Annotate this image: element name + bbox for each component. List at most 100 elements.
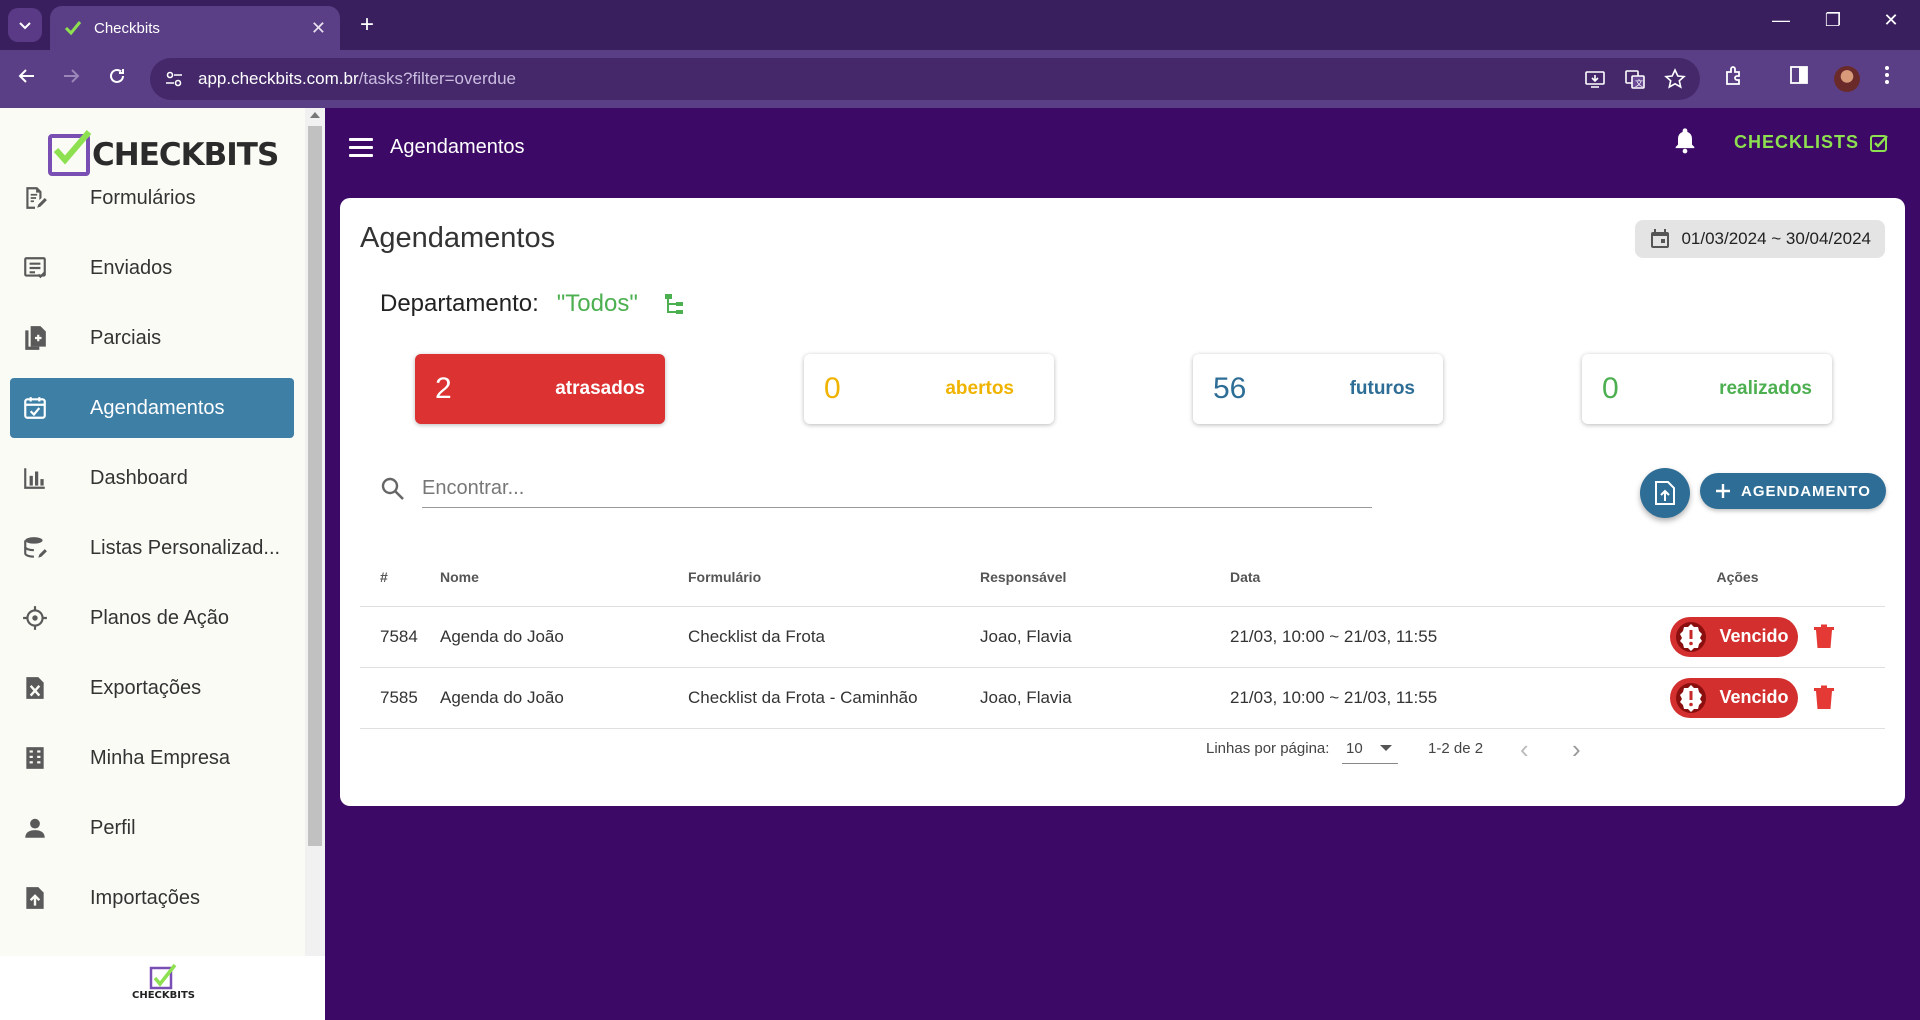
sidebar-item-label: Exportações — [90, 676, 202, 699]
checklists-button[interactable]: CHECKLISTS — [1734, 132, 1889, 153]
table-row[interactable]: 7585 Agenda do João Checklist da Frota -… — [360, 667, 1885, 729]
scroll-up-arrow-icon[interactable] — [310, 112, 320, 118]
department-label: Departamento: — [380, 290, 539, 317]
search-box — [380, 466, 1380, 512]
checkbox-checked-icon — [1870, 134, 1888, 152]
site-info-icon[interactable] — [164, 69, 184, 89]
tab-title: Checkbits — [94, 19, 160, 37]
stat-card-futuros[interactable]: 56 futuros — [1193, 354, 1443, 424]
browser-tab[interactable]: Checkbits ✕ — [50, 6, 340, 50]
sidebar-item-dashboard[interactable]: Dashboard — [10, 448, 294, 508]
install-app-icon[interactable] — [1584, 68, 1606, 90]
next-page-icon[interactable]: › — [1572, 734, 1581, 765]
sidebar-scroll-area: CHECKBITS Formulários Enviados Parciais … — [0, 108, 305, 956]
delete-trash-icon[interactable] — [1812, 624, 1836, 650]
stat-value: 0 — [824, 372, 841, 405]
previous-page-icon[interactable]: ‹ — [1520, 734, 1529, 765]
cell-id: 7585 — [360, 667, 440, 729]
add-schedule-button[interactable]: AGENDAMENTO — [1700, 473, 1886, 509]
cell-data: 21/03, 10:00 ~ 21/03, 11:55 — [1230, 606, 1590, 668]
tab-search-button[interactable] — [8, 8, 42, 42]
column-header-responsavel[interactable]: Responsável — [980, 548, 1230, 607]
search-input[interactable] — [422, 470, 1372, 508]
column-header-formulario[interactable]: Formulário — [688, 548, 980, 607]
stat-value: 56 — [1213, 372, 1247, 405]
profile-avatar[interactable] — [1834, 66, 1860, 92]
svg-text:文: 文 — [1635, 78, 1643, 88]
column-header-id[interactable]: # — [360, 548, 440, 607]
sidebar-item-label: Parciais — [90, 326, 162, 349]
cell-formulario: Checklist da Frota - Caminhão — [688, 667, 980, 729]
address-bar[interactable]: app.checkbits.com.br/tasks?filter=overdu… — [150, 58, 1700, 100]
status-badge-vencido[interactable]: Vencido — [1669, 616, 1798, 657]
sidebar-item-minha-empresa[interactable]: Minha Empresa — [10, 728, 294, 788]
minimize-icon[interactable]: — — [1766, 10, 1796, 31]
restore-icon[interactable]: ❐ — [1818, 10, 1848, 31]
date-range-picker[interactable]: 01/03/2024 ~ 30/04/2024 — [1635, 220, 1885, 258]
column-header-data[interactable]: Data — [1230, 548, 1590, 607]
alert-badge-icon — [1675, 621, 1706, 652]
extensions-icon[interactable] — [1722, 64, 1752, 94]
side-panel-icon[interactable] — [1788, 64, 1818, 94]
close-window-icon[interactable]: ✕ — [1876, 10, 1906, 31]
table-row[interactable]: 7584 Agenda do João Checklist da Frota J… — [360, 606, 1885, 668]
stat-card-atrasados[interactable]: 2 atrasados — [415, 354, 665, 424]
delete-trash-icon[interactable] — [1812, 685, 1836, 711]
scrollbar-thumb[interactable] — [308, 126, 322, 846]
sidebar-item-listas[interactable]: Listas Personalizad... — [10, 518, 294, 578]
sidebar-item-agendamentos[interactable]: Agendamentos — [10, 378, 294, 438]
cell-data: 21/03, 10:00 ~ 21/03, 11:55 — [1230, 667, 1590, 729]
close-tab-icon[interactable]: ✕ — [311, 18, 326, 39]
person-icon — [25, 818, 45, 838]
sidebar-footer: CHECKBITS — [0, 956, 325, 1020]
stat-card-abertos[interactable]: 0 abertos — [804, 354, 1054, 424]
sidebar-item-label: Planos de Ação — [90, 606, 229, 629]
reload-icon — [110, 68, 124, 83]
status-text: Vencido — [1719, 626, 1789, 646]
sidebar-scrollbar[interactable] — [305, 108, 325, 956]
footer-logo-text: CHECKBITS — [132, 990, 195, 1001]
new-tab-button[interactable]: + — [352, 10, 382, 40]
sidebar-item-enviados[interactable]: Enviados — [10, 238, 294, 298]
sidebar-item-formularios[interactable]: Formulários — [10, 168, 294, 228]
browser-menu-icon[interactable] — [1884, 64, 1914, 94]
stat-label: abertos — [945, 378, 1014, 399]
sidebar-item-label: Importações — [90, 886, 201, 909]
schedules-card: Agendamentos 01/03/2024 ~ 30/04/2024 Dep… — [340, 198, 1905, 806]
date-range-text: 01/03/2024 ~ 30/04/2024 — [1681, 229, 1871, 248]
sidebar-item-label: Listas Personalizad... — [90, 536, 281, 559]
stat-value: 0 — [1602, 372, 1619, 405]
sidebar-item-exportacoes[interactable]: Exportações — [10, 658, 294, 718]
department-value[interactable]: "Todos" — [557, 290, 638, 318]
column-header-nome[interactable]: Nome — [440, 548, 688, 607]
sidebar-item-parciais[interactable]: Parciais — [10, 308, 294, 368]
table-pagination: Linhas por página: 10 1-2 de 2 ‹ › — [360, 728, 1885, 768]
sidebar-item-importacoes[interactable]: Importações — [10, 868, 294, 928]
checkbits-favicon-icon — [64, 21, 82, 36]
url-path: /tasks?filter=overdue — [358, 69, 516, 88]
bookmark-star-icon[interactable] — [1664, 68, 1686, 90]
back-button[interactable] — [12, 64, 42, 94]
sidebar-item-planos-acao[interactable]: Planos de Ação — [10, 588, 294, 648]
search-icon — [381, 477, 404, 500]
plus-icon — [1716, 484, 1731, 498]
translate-icon[interactable]: 文 — [1624, 68, 1646, 90]
cell-id: 7584 — [360, 606, 440, 668]
status-badge-vencido[interactable]: Vencido — [1669, 677, 1798, 718]
footer-logo-check-icon — [149, 963, 176, 990]
department-tree-icon[interactable] — [662, 291, 688, 317]
import-file-button[interactable] — [1640, 468, 1690, 518]
form-edit-icon — [26, 187, 47, 209]
stat-card-realizados[interactable]: 0 realizados — [1582, 354, 1832, 424]
forward-button[interactable] — [56, 64, 86, 94]
stat-label: realizados — [1719, 378, 1812, 399]
browser-toolbar: app.checkbits.com.br/tasks?filter=overdu… — [0, 50, 1920, 108]
cell-acoes: Vencido — [1590, 667, 1885, 729]
reload-button[interactable] — [102, 64, 132, 94]
sidebar-item-perfil[interactable]: Perfil — [10, 798, 294, 858]
notifications-bell-icon[interactable] — [1671, 126, 1699, 154]
rows-per-page-select[interactable]: 10 — [1342, 732, 1398, 764]
app-header: Agendamentos CHECKLISTS — [325, 108, 1920, 198]
pagination-range: 1-2 de 2 — [1428, 740, 1484, 757]
menu-toggle-icon[interactable] — [349, 138, 373, 158]
